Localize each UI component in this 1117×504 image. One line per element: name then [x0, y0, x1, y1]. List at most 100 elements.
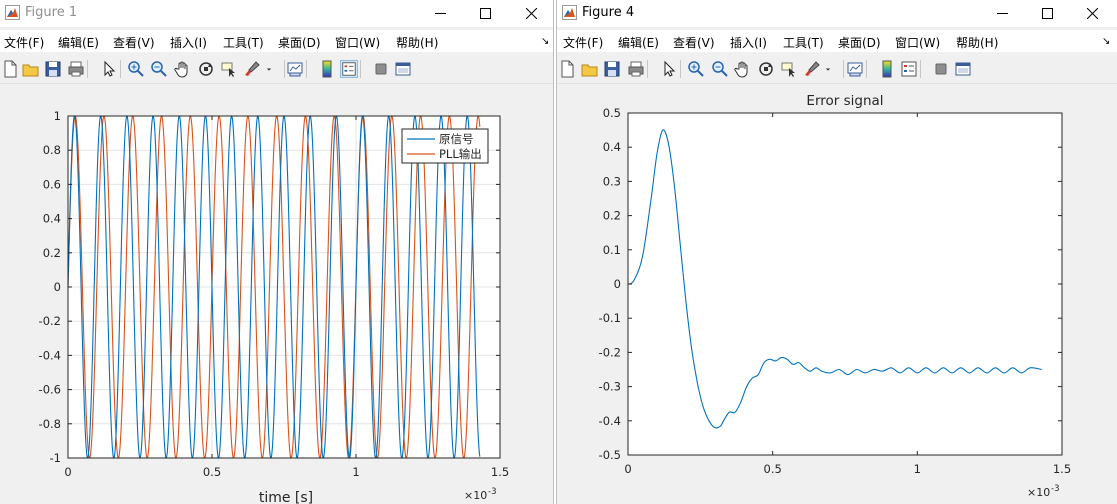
data-cursor-button[interactable] — [780, 60, 798, 78]
brush-dropdown-icon — [825, 68, 831, 71]
x-tick-label: 0.5 — [764, 462, 782, 476]
brush-dropdown-button[interactable] — [823, 60, 833, 78]
y-tick-label: 0.1 — [603, 243, 621, 257]
pan-hand-button[interactable] — [174, 60, 192, 78]
print-button[interactable] — [627, 60, 645, 78]
zoom-in-icon — [128, 61, 144, 77]
figure-1-window: Figure 1 文件(F) 编辑(E) 查看(V) 插入(I) 工具(T) 桌… — [0, 0, 554, 504]
y-tick-label: -0.4 — [599, 414, 621, 428]
print-icon — [628, 61, 644, 77]
open-folder-icon — [581, 64, 598, 77]
new-file-icon — [4, 60, 17, 78]
menu-edit[interactable]: 编辑(E) — [58, 34, 99, 51]
save-button[interactable] — [603, 60, 621, 78]
menu-view[interactable]: 查看(V) — [673, 34, 715, 51]
save-button[interactable] — [44, 60, 62, 78]
maximize-button[interactable] — [463, 0, 508, 27]
figure-4-window: Figure 4 文件(F) 编辑(E) 查看(V) 插入(I) 工具(T) 桌… — [556, 0, 1117, 504]
open-folder-button[interactable] — [22, 60, 40, 78]
menu-overflow-icon[interactable]: ↘ — [541, 36, 549, 47]
y-tick-label: 0.5 — [603, 106, 621, 120]
link-plot-button[interactable] — [846, 60, 864, 78]
brush-button[interactable] — [803, 60, 821, 78]
brush-icon — [805, 61, 820, 76]
colorbar-button[interactable] — [318, 60, 336, 78]
y-tick-label: -0.5 — [599, 448, 621, 462]
print-button[interactable] — [67, 60, 85, 78]
print-icon — [68, 61, 84, 77]
menu-help[interactable]: 帮助(H) — [396, 34, 438, 51]
rotate-3d-button[interactable] — [197, 60, 215, 78]
y-tick-label: 0 — [54, 280, 61, 294]
brush-button[interactable] — [243, 60, 261, 78]
close-button[interactable] — [509, 0, 553, 27]
chart-title: Error signal — [806, 93, 883, 109]
plot-area[interactable]: Error signal -0.5 -0.4 -0.3 -0.2 -0.1 0 0.1 0.2 0… — [557, 84, 1117, 504]
zoom-in-button[interactable] — [127, 60, 145, 78]
pointer-button[interactable] — [100, 60, 118, 78]
toolbar-separator — [647, 60, 648, 78]
maximize-button[interactable] — [1025, 0, 1070, 27]
matlab-app-icon — [5, 5, 20, 20]
minimize-button[interactable] — [418, 0, 463, 27]
hide-plot-tools-button[interactable] — [932, 60, 950, 78]
rotate-3d-button[interactable] — [757, 60, 775, 78]
hide-plot-tools-button[interactable] — [372, 60, 390, 78]
pan-hand-button[interactable] — [734, 60, 752, 78]
link-plot-button[interactable] — [286, 60, 304, 78]
brush-dropdown-button[interactable] — [264, 60, 274, 78]
figure-toolbar — [0, 55, 553, 84]
menu-window[interactable]: 窗口(W) — [895, 34, 940, 51]
pointer-button[interactable] — [660, 60, 678, 78]
title-bar[interactable]: Figure 4 — [557, 0, 1117, 27]
figure-canvas: Error signal -0.5 -0.4 -0.3 -0.2 -0.1 0 0.1 0.2 0… — [557, 84, 1117, 504]
figure-canvas: -1 -0.8 -0.6 -0.4 -0.2 0 0.2 0.4 0.6 0.8 1 0 0.5 1 1.5… — [0, 84, 553, 504]
zoom-out-button[interactable] — [150, 60, 168, 78]
menu-desktop[interactable]: 桌面(D) — [278, 34, 321, 51]
legend-icon — [342, 62, 356, 76]
menu-view[interactable]: 查看(V) — [113, 34, 155, 51]
menu-file[interactable]: 文件(F) — [4, 34, 44, 51]
y-tick-label: 0 — [614, 277, 621, 291]
open-folder-button[interactable] — [581, 60, 599, 78]
y-tick-label: -0.4 — [39, 348, 61, 362]
y-tick-label: 0.4 — [43, 212, 61, 226]
y-tick-label: -0.8 — [39, 417, 61, 431]
zoom-out-button[interactable] — [711, 60, 729, 78]
y-tick-label: 0.8 — [43, 143, 61, 157]
menu-edit[interactable]: 编辑(E) — [618, 34, 659, 51]
data-cursor-button[interactable] — [220, 60, 238, 78]
menu-file[interactable]: 文件(F) — [563, 34, 603, 51]
new-file-button[interactable] — [559, 60, 577, 78]
x-exponent-power: -3 — [488, 487, 496, 497]
show-plot-tools-button[interactable] — [954, 60, 972, 78]
pan-hand-icon — [174, 61, 188, 78]
rotate-3d-icon — [759, 62, 773, 76]
menu-tools[interactable]: 工具(T) — [783, 34, 824, 51]
maximize-icon — [1042, 8, 1053, 19]
legend-button[interactable] — [900, 60, 918, 78]
y-tick-label: 0.4 — [603, 140, 621, 154]
menu-insert[interactable]: 插入(I) — [170, 34, 207, 51]
zoom-in-button[interactable] — [687, 60, 705, 78]
close-button[interactable] — [1070, 0, 1115, 27]
minimize-button[interactable] — [980, 0, 1025, 27]
menu-tools[interactable]: 工具(T) — [223, 34, 264, 51]
menu-window[interactable]: 窗口(W) — [335, 34, 380, 51]
show-plot-tools-button[interactable] — [394, 60, 412, 78]
legend-button[interactable] — [340, 60, 358, 78]
colorbar-icon — [322, 60, 332, 78]
plot-area[interactable]: -1 -0.8 -0.6 -0.4 -0.2 0 0.2 0.4 0.6 0.8 1 0 0.5 1 1.5… — [0, 84, 554, 504]
menu-desktop[interactable]: 桌面(D) — [838, 34, 881, 51]
hide-plot-tools-icon — [375, 63, 387, 75]
menu-help[interactable]: 帮助(H) — [956, 34, 998, 51]
save-icon — [45, 61, 61, 77]
menu-overflow-icon[interactable]: ↘ — [1102, 36, 1110, 47]
title-bar[interactable]: Figure 1 — [0, 0, 553, 27]
new-file-icon — [561, 60, 574, 78]
toolbar-separator — [920, 60, 921, 78]
colorbar-button[interactable] — [878, 60, 896, 78]
menu-insert[interactable]: 插入(I) — [730, 34, 767, 51]
new-file-button[interactable] — [2, 60, 20, 78]
brush-icon — [245, 61, 260, 76]
